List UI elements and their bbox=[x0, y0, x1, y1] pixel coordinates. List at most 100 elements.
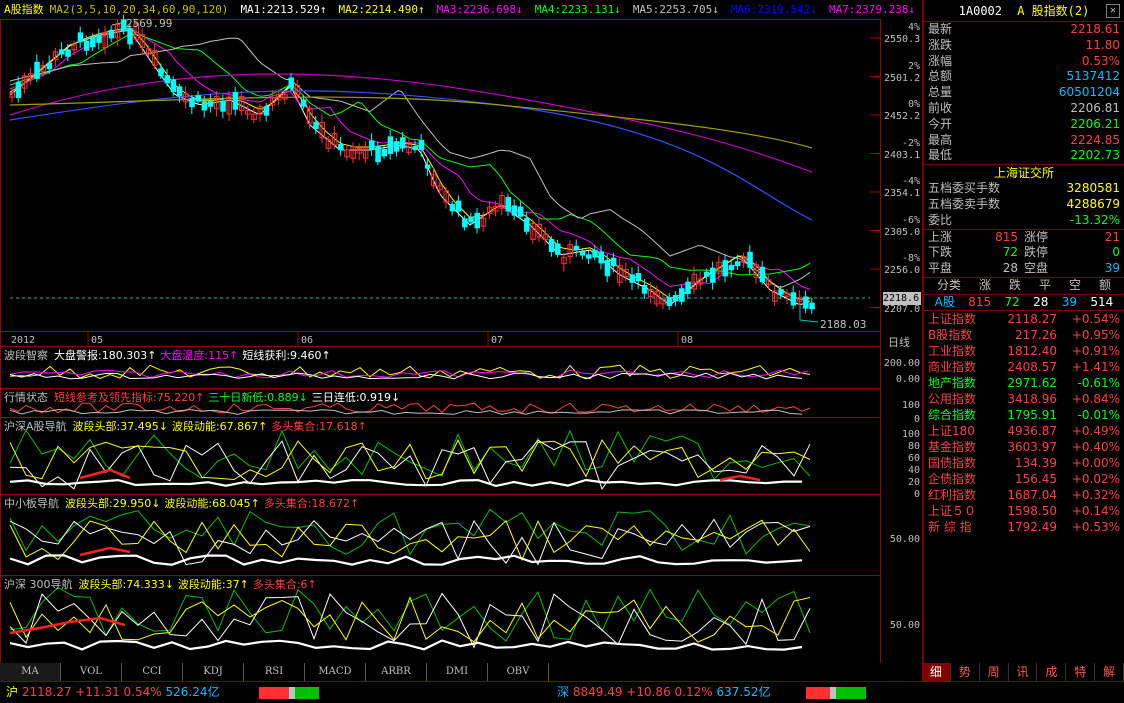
book-label: 五档委买手数 bbox=[928, 181, 1001, 196]
sh-amount: 526.24亿 bbox=[165, 685, 220, 699]
quote-row: 今开 2206.21 bbox=[924, 117, 1124, 133]
indicator-axis-label: 100 bbox=[901, 429, 920, 440]
index-change: +1.41% bbox=[1071, 359, 1120, 374]
index-row[interactable]: 红利指数 1687.04 +0.32% bbox=[924, 487, 1124, 503]
price-axis-price: 2550.3 bbox=[884, 34, 921, 45]
period-label[interactable]: 日线 bbox=[888, 334, 910, 350]
indicator-axis-label: 0 bbox=[913, 414, 920, 425]
ma-legend-item: MA3:2236.698↓ bbox=[436, 3, 523, 16]
sh-breadth-bar bbox=[259, 687, 319, 699]
panel-tab[interactable]: 势 bbox=[951, 663, 980, 681]
index-name: 红利指数 bbox=[928, 487, 977, 502]
indicator-value: 多头集合:18.672↑ bbox=[263, 497, 360, 510]
tab-dmi[interactable]: DMI bbox=[427, 663, 488, 681]
panel-tab[interactable]: 特 bbox=[1066, 663, 1096, 681]
breadth-label: 平盘 bbox=[928, 261, 953, 276]
indicator-axis-label: 0 bbox=[913, 489, 920, 500]
quote-label: 涨跌 bbox=[928, 37, 953, 52]
indicator-value: 多头集合:17.618↑ bbox=[271, 420, 367, 433]
date-axis-label: 07 bbox=[491, 335, 504, 346]
chart-canvas[interactable] bbox=[0, 0, 922, 663]
index-price: 1812.40 bbox=[1007, 343, 1057, 358]
indicator-value: 大盘警报:180.303↑ bbox=[54, 349, 157, 362]
index-row[interactable]: 商业指数 2408.57 +1.41% bbox=[924, 359, 1124, 375]
indicator-value: 波段动能:67.867↑ bbox=[171, 420, 268, 433]
price-axis-pct: -6% bbox=[901, 214, 920, 226]
price-axis-pct: -8% bbox=[901, 253, 920, 264]
quote-value: 2206.21 bbox=[1070, 116, 1120, 131]
index-price: 3418.96 bbox=[1007, 391, 1057, 406]
price-axis-pct: 2% bbox=[907, 60, 920, 72]
close-icon[interactable]: ✕ bbox=[1106, 4, 1120, 18]
book-value: 4288679 bbox=[1066, 196, 1120, 211]
class-cell-flat: 28 bbox=[1033, 294, 1049, 309]
price-axis-price: 2452.2 bbox=[884, 111, 921, 122]
tab-rsi[interactable]: RSI bbox=[244, 663, 305, 681]
tab-obv[interactable]: OBV bbox=[488, 663, 549, 681]
breadth-value: 72 bbox=[1002, 245, 1018, 260]
indicator-header: 沪深 300导航 波段头部:74.333↓ 波段动能:37↑ 多头集合:6↑ bbox=[4, 576, 321, 592]
market-breadth: 上涨 815 涨停 21 下跌 72 跌停 0 平盘 28 空盘 39 bbox=[924, 228, 1124, 277]
indicator-value: 波段动能:37↑ bbox=[177, 578, 249, 591]
index-row[interactable]: 综合指数 1795.91 -0.01% bbox=[924, 407, 1124, 423]
class-header-cell: 空 bbox=[1068, 277, 1081, 292]
tab-vol[interactable]: VOL bbox=[61, 663, 122, 681]
panel-tab[interactable]: 讯 bbox=[1009, 663, 1038, 681]
index-row[interactable]: 地产指数 2971.62 -0.61% bbox=[924, 375, 1124, 391]
index-row[interactable]: 上证180 4936.87 +0.49% bbox=[924, 423, 1124, 439]
index-row[interactable]: 新 综 指 1792.49 +0.53% bbox=[924, 519, 1124, 535]
breadth-value: 815 bbox=[995, 229, 1018, 244]
quote-value: 5137412 bbox=[1066, 69, 1120, 84]
index-row[interactable]: 上证５０ 1598.50 +0.14% bbox=[924, 503, 1124, 519]
sz-percent: 0.12% bbox=[674, 685, 713, 699]
tab-kdj[interactable]: KDJ bbox=[183, 663, 244, 681]
tab-arbr[interactable]: ARBR bbox=[366, 663, 427, 681]
book-value: -13.32% bbox=[1069, 212, 1120, 227]
index-row[interactable]: 工业指数 1812.40 +0.91% bbox=[924, 343, 1124, 359]
panel-tab[interactable]: 成 bbox=[1037, 663, 1067, 681]
ma-title[interactable]: A股指数 bbox=[4, 3, 44, 16]
panel-tab[interactable]: 细 bbox=[922, 663, 951, 681]
index-row[interactable]: 上证指数 2118.27 +0.54% bbox=[924, 311, 1124, 327]
quote-value: 2202.73 bbox=[1070, 148, 1120, 163]
exchange-name: 上海证交所 bbox=[924, 164, 1124, 181]
indicator-value: 多头集合:6↑ bbox=[252, 578, 317, 591]
index-name: 新 综 指 bbox=[928, 519, 972, 534]
tab-macd[interactable]: MACD bbox=[305, 663, 366, 681]
indicator-tabs: MA VOL CCI KDJ RSI MACD ARBR DMI OBV bbox=[0, 663, 922, 681]
price-axis-price: 2256.0 bbox=[884, 265, 921, 276]
class-cell-down: 72 bbox=[1004, 294, 1020, 309]
index-change: +0.84% bbox=[1071, 391, 1120, 406]
index-change: -0.61% bbox=[1077, 375, 1120, 390]
indicator-value: 波段动能:68.045↑ bbox=[164, 497, 260, 510]
quote-row: 最高 2224.85 bbox=[924, 133, 1124, 149]
class-header-cell: 额 bbox=[1098, 277, 1111, 292]
indicator-value: 波段头部:74.333↓ bbox=[78, 578, 174, 591]
price-axis-price: 2403.1 bbox=[884, 149, 921, 161]
index-name: 国债指数 bbox=[928, 455, 977, 470]
index-row[interactable]: 基金指数 3603.97 +0.40% bbox=[924, 439, 1124, 455]
security-name: A 股指数(2) bbox=[1017, 4, 1090, 18]
breadth-row: 上涨 815 涨停 21 bbox=[924, 230, 1124, 246]
index-name: 上证５０ bbox=[928, 503, 977, 518]
index-row[interactable]: B股指数 217.26 +0.95% bbox=[924, 327, 1124, 343]
quote-label: 最新 bbox=[928, 22, 953, 36]
class-header-cell: 分类 bbox=[936, 277, 961, 292]
tab-cci[interactable]: CCI bbox=[122, 663, 183, 681]
tab-ma[interactable]: MA bbox=[0, 663, 61, 681]
index-row[interactable]: 公用指数 3418.96 +0.84% bbox=[924, 391, 1124, 407]
quote-value: 2224.85 bbox=[1070, 132, 1120, 147]
indicator-header: 沪深A股导航 波段头部:37.495↓ 波段动能:67.867↑ 多头集合:17.61… bbox=[4, 418, 371, 434]
index-row[interactable]: 企债指数 156.45 +0.02% bbox=[924, 471, 1124, 487]
panel-tab[interactable]: 周 bbox=[980, 663, 1009, 681]
sz-summary[interactable]: 深 8849.49 +10.86 0.12% 637.52亿 bbox=[557, 682, 771, 702]
indicator-value: 大盘温度:115↑ bbox=[160, 349, 239, 362]
sh-price: 2118.27 bbox=[21, 685, 72, 699]
class-row[interactable]: A股 815 72 28 39 514 bbox=[924, 293, 1124, 310]
panel-tab[interactable]: 解 bbox=[1095, 663, 1124, 681]
index-row[interactable]: 国债指数 134.39 +0.00% bbox=[924, 455, 1124, 471]
index-change: +0.02% bbox=[1071, 471, 1120, 486]
sh-mark: 沪 bbox=[6, 685, 19, 699]
price-axis-pct: 4% bbox=[907, 22, 920, 33]
sh-summary[interactable]: 沪 2118.27 +11.31 0.54% 526.24亿 bbox=[6, 682, 220, 702]
